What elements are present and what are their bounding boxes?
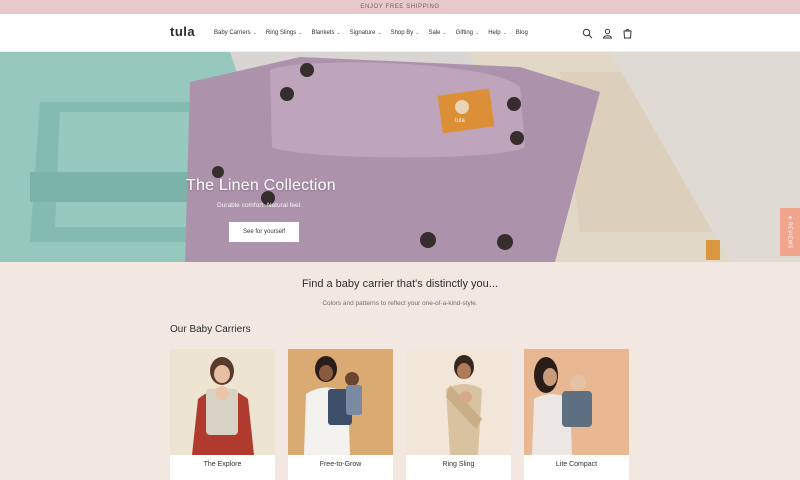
nav-label: Baby Carriers: [214, 30, 251, 36]
nav-ring-slings[interactable]: Ring Slings ⌄: [266, 30, 303, 36]
nav-baby-carriers[interactable]: Baby Carriers ⌄: [214, 30, 257, 36]
nav-label: Ring Slings: [265, 30, 297, 36]
carrier-card-lite-compact[interactable]: Lite Compact: [524, 349, 629, 480]
nav-label: Blankets: [311, 30, 335, 36]
carrier-image: [406, 349, 511, 455]
nav-signature[interactable]: Signature ⌄: [350, 30, 382, 36]
chevron-down-icon: ⌄: [502, 30, 507, 36]
carrier-card-ring-sling[interactable]: Ring Sling: [406, 349, 511, 480]
nav-blankets[interactable]: Blankets ⌄: [311, 30, 340, 36]
nav-help[interactable]: Help ⌄: [488, 30, 507, 36]
reviews-side-tab[interactable]: ★ REVIEWS: [780, 208, 800, 256]
account-icon[interactable]: [602, 26, 613, 39]
carrier-label: The Explore: [203, 461, 242, 468]
chevron-down-icon: ⌄: [475, 30, 480, 36]
nav-label: Blog: [515, 30, 528, 36]
carrier-label: Free-to-Grow: [319, 461, 362, 468]
nav-sale[interactable]: Sale ⌄: [428, 30, 446, 36]
intro-title: Find a baby carrier that's distinctly yo…: [302, 278, 498, 290]
carrier-card-free-to-grow[interactable]: Free-to-Grow: [288, 349, 393, 480]
search-icon[interactable]: [582, 26, 593, 39]
carriers-heading: Our Baby Carriers: [170, 324, 251, 335]
cart-icon[interactable]: [622, 26, 633, 39]
nav-label: Sale: [428, 30, 441, 36]
carrier-image: [170, 349, 275, 455]
hero-title: The Linen Collection: [186, 177, 336, 194]
carrier-image: [288, 349, 393, 455]
header-icons: [582, 26, 633, 39]
nav-label: Gifting: [455, 30, 474, 36]
chevron-down-icon: ⌄: [377, 30, 382, 36]
nav-label: Help: [488, 30, 501, 36]
hero-banner: tula The Linen Collection Durable comfor…: [0, 52, 800, 262]
intro-subtitle: Colors and patterns to reflect your one-…: [322, 300, 478, 307]
hero-image: tula: [0, 52, 800, 262]
chevron-down-icon: ⌄: [442, 30, 447, 36]
tula-logo[interactable]: tula: [170, 24, 195, 39]
carrier-image: [524, 349, 629, 455]
nav-gifting[interactable]: Gifting ⌄: [456, 30, 480, 36]
nav-blog[interactable]: Blog: [516, 30, 528, 36]
hero-subtitle: Durable comfort. Natural feel.: [217, 202, 302, 209]
announcement-text: ENJOY FREE SHIPPING: [360, 4, 440, 10]
chevron-down-icon: ⌄: [252, 30, 257, 36]
nav-label: Signature: [349, 30, 376, 36]
site-header: tula Baby Carriers ⌄ Ring Slings ⌄ Blanket…: [0, 14, 800, 52]
main-nav: Baby Carriers ⌄ Ring Slings ⌄ Blankets ⌄ Si…: [214, 14, 528, 52]
carrier-cards: The Explore Free-to-Grow Ring Sling Lite…: [170, 349, 629, 480]
chevron-down-icon: ⌄: [336, 30, 341, 36]
carrier-label: Ring Sling: [442, 461, 475, 468]
nav-label: Shop By: [390, 30, 414, 36]
announcement-bar: ENJOY FREE SHIPPING: [0, 0, 800, 14]
carrier-card-explore[interactable]: The Explore: [170, 349, 275, 480]
carrier-label: Lite Compact: [555, 461, 598, 468]
nav-shop-by[interactable]: Shop By ⌄: [391, 30, 420, 36]
reviews-tab-label: ★ REVIEWS: [787, 215, 793, 249]
chevron-down-icon: ⌄: [415, 30, 420, 36]
chevron-down-icon: ⌄: [298, 30, 303, 36]
hero-cta-button[interactable]: See for yourself: [229, 222, 299, 242]
